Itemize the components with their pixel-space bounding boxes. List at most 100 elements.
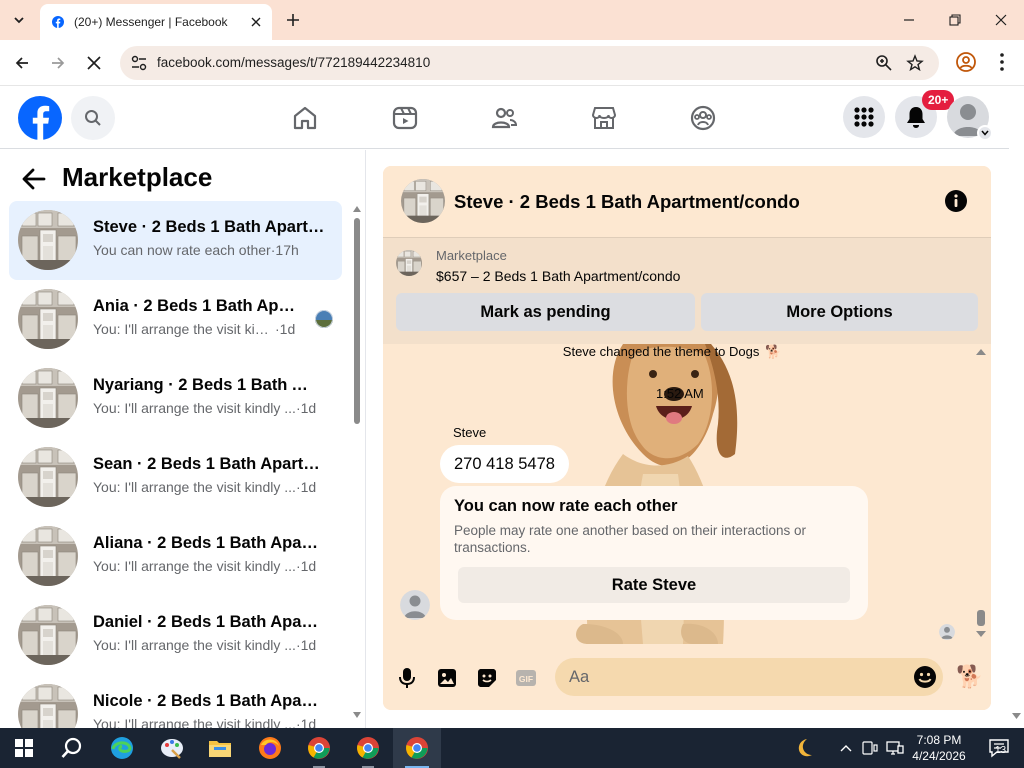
taskbar-chrome-active[interactable] — [393, 728, 441, 768]
address-bar[interactable]: facebook.com/messages/t/772189442234810 — [120, 46, 939, 80]
scroll-up-arrow-icon[interactable] — [975, 348, 987, 356]
conversation-item-nicole[interactable]: Nicole · 2 Beds 1 Bath Apartment/condo Y… — [9, 675, 342, 728]
conversation-preview: You can now rate each other · 17h — [93, 242, 299, 258]
bookmark-star-icon[interactable] — [906, 54, 924, 72]
device-icon — [862, 741, 878, 755]
message-input[interactable] — [555, 658, 943, 696]
account-menu-chevron[interactable] — [977, 125, 993, 141]
tab-search-button[interactable] — [6, 8, 32, 32]
taskbar-clock[interactable]: 7:08 PM 4/24/2026 — [912, 732, 966, 764]
back-button[interactable] — [10, 51, 34, 75]
conversation-item-aliana[interactable]: Aliana · 2 Beds 1 Bath Apartment/condo Y… — [9, 517, 342, 596]
taskbar-edge[interactable] — [98, 728, 146, 768]
sender-avatar[interactable] — [400, 590, 430, 620]
chat-avatar[interactable] — [401, 179, 445, 223]
scroll-down-arrow-icon[interactable] — [975, 630, 987, 638]
attach-photo-button[interactable] — [435, 666, 459, 690]
nav-groups[interactable] — [683, 98, 723, 138]
facebook-logo-icon[interactable] — [18, 96, 62, 140]
minimize-button[interactable] — [896, 8, 922, 32]
preview-text: You can now rate each other — [93, 242, 271, 258]
edge-browser-icon — [111, 737, 133, 759]
restore-button[interactable] — [942, 8, 968, 32]
info-icon[interactable] — [944, 189, 968, 213]
taskbar-chrome-2[interactable] — [344, 728, 392, 768]
conversation-name: Ania · 2 Beds 1 Bath Apartment/condo — [93, 297, 303, 315]
message-timestamp: 1:52 AM — [656, 386, 704, 401]
browser-tab-messenger[interactable]: (20+) Messenger | Facebook — [40, 4, 272, 40]
conversation-preview: You: I'll arrange the visit kindly ... ·… — [93, 479, 316, 495]
apartment-kitchen-thumbnail — [18, 210, 78, 270]
nav-video[interactable] — [385, 98, 425, 138]
show-hidden-icons-button[interactable] — [834, 728, 858, 768]
preview-text: You: I'll arrange the visit kindly — [93, 321, 275, 337]
url-text[interactable]: facebook.com/messages/t/772189442234810 — [157, 55, 430, 70]
quick-reaction-dog-button[interactable]: 🐕 — [956, 664, 983, 690]
scrollbar-thumb[interactable] — [354, 218, 360, 424]
scrollbar-thumb[interactable] — [977, 610, 985, 626]
conversation-item-steve[interactable]: Steve · 2 Beds 1 Bath Apartment/condo Yo… — [9, 201, 342, 280]
taskbar-paint[interactable] — [148, 728, 196, 768]
conversation-item-ania[interactable]: Ania · 2 Beds 1 Bath Apartment/condo You… — [9, 280, 342, 359]
page-scrollbar[interactable] — [1009, 87, 1024, 728]
preview-text: You: I'll arrange the visit kindly ... — [93, 400, 296, 416]
sticker-icon — [478, 669, 496, 687]
preview-time: 1d — [300, 716, 317, 728]
chat-panel: Steve · 2 Beds 1 Bath Apartment/condo Ma… — [383, 166, 991, 710]
apartment-kitchen-thumbnail — [401, 179, 445, 223]
tray-device-icon[interactable] — [858, 728, 882, 768]
more-options-button[interactable]: More Options — [701, 293, 978, 331]
network-button[interactable] — [882, 728, 908, 768]
conversation-list-scrollbar[interactable] — [349, 202, 365, 724]
rate-steve-button[interactable]: Rate Steve — [458, 567, 850, 603]
nav-marketplace[interactable] — [584, 98, 624, 138]
taskbar-chrome-1[interactable] — [295, 728, 343, 768]
message-bubble[interactable]: 270 418 5478 — [440, 445, 569, 483]
chevron-up-icon — [840, 745, 852, 752]
listing-thumbnail[interactable] — [396, 250, 422, 276]
seen-avatar — [315, 310, 333, 328]
conversation-item-sean[interactable]: Sean · 2 Beds 1 Bath Apartment/condo You… — [9, 438, 342, 517]
start-button[interactable] — [0, 728, 48, 768]
chat-header: Steve · 2 Beds 1 Bath Apartment/condo — [383, 166, 991, 238]
back-arrow-icon[interactable] — [21, 167, 47, 191]
preview-time: 1d — [300, 558, 317, 574]
scroll-down-arrow-icon[interactable] — [353, 712, 361, 718]
forward-button[interactable] — [46, 51, 70, 75]
nav-friends[interactable] — [484, 98, 524, 138]
chat-title[interactable]: Steve · 2 Beds 1 Bath Apartment/condo — [454, 191, 800, 213]
browser-tab-strip: (20+) Messenger | Facebook — [0, 0, 1024, 40]
tab-close-icon[interactable] — [248, 14, 264, 30]
sticker-button[interactable] — [475, 666, 499, 690]
chevron-down-icon — [981, 130, 989, 136]
conversation-item-nyariang[interactable]: Nyariang · 2 Beds 1 Bath Apartment/condo… — [9, 359, 342, 438]
default-avatar-icon — [400, 590, 430, 620]
nav-home[interactable] — [285, 98, 325, 138]
conversation-item-daniel[interactable]: Daniel · 2 Beds 1 Bath Apartment/condo Y… — [9, 596, 342, 675]
conversation-preview: You: I'll arrange the visit kindly ... ·… — [93, 716, 316, 728]
new-tab-button[interactable] — [282, 9, 304, 31]
listing-title[interactable]: $657 – 2 Beds 1 Bath Apartment/condo — [436, 268, 680, 284]
conversation-avatar — [18, 605, 78, 665]
groups-icon — [690, 105, 716, 131]
menu-button[interactable] — [843, 96, 885, 138]
voice-clip-button[interactable] — [395, 666, 419, 690]
taskbar-search-button[interactable] — [48, 728, 96, 768]
taskbar-file-explorer[interactable] — [196, 728, 244, 768]
zoom-icon[interactable] — [875, 54, 893, 72]
scroll-up-arrow-icon[interactable] — [353, 206, 361, 212]
stop-loading-button[interactable] — [82, 51, 106, 75]
emoji-icon[interactable] — [913, 665, 937, 689]
night-light-button[interactable] — [780, 728, 828, 768]
scroll-down-arrow-icon[interactable] — [1012, 713, 1021, 719]
gif-button[interactable]: GIF — [514, 666, 538, 690]
site-info-icon[interactable] — [130, 54, 148, 72]
taskbar-firefox[interactable] — [246, 728, 294, 768]
close-window-button[interactable] — [988, 8, 1014, 32]
mark-as-pending-button[interactable]: Mark as pending — [396, 293, 695, 331]
conversation-avatar — [18, 447, 78, 507]
search-button[interactable] — [71, 96, 115, 140]
message-composer: GIF 🐕 — [383, 644, 991, 710]
profile-icon[interactable] — [955, 51, 977, 73]
kebab-menu-icon[interactable] — [994, 51, 1010, 73]
